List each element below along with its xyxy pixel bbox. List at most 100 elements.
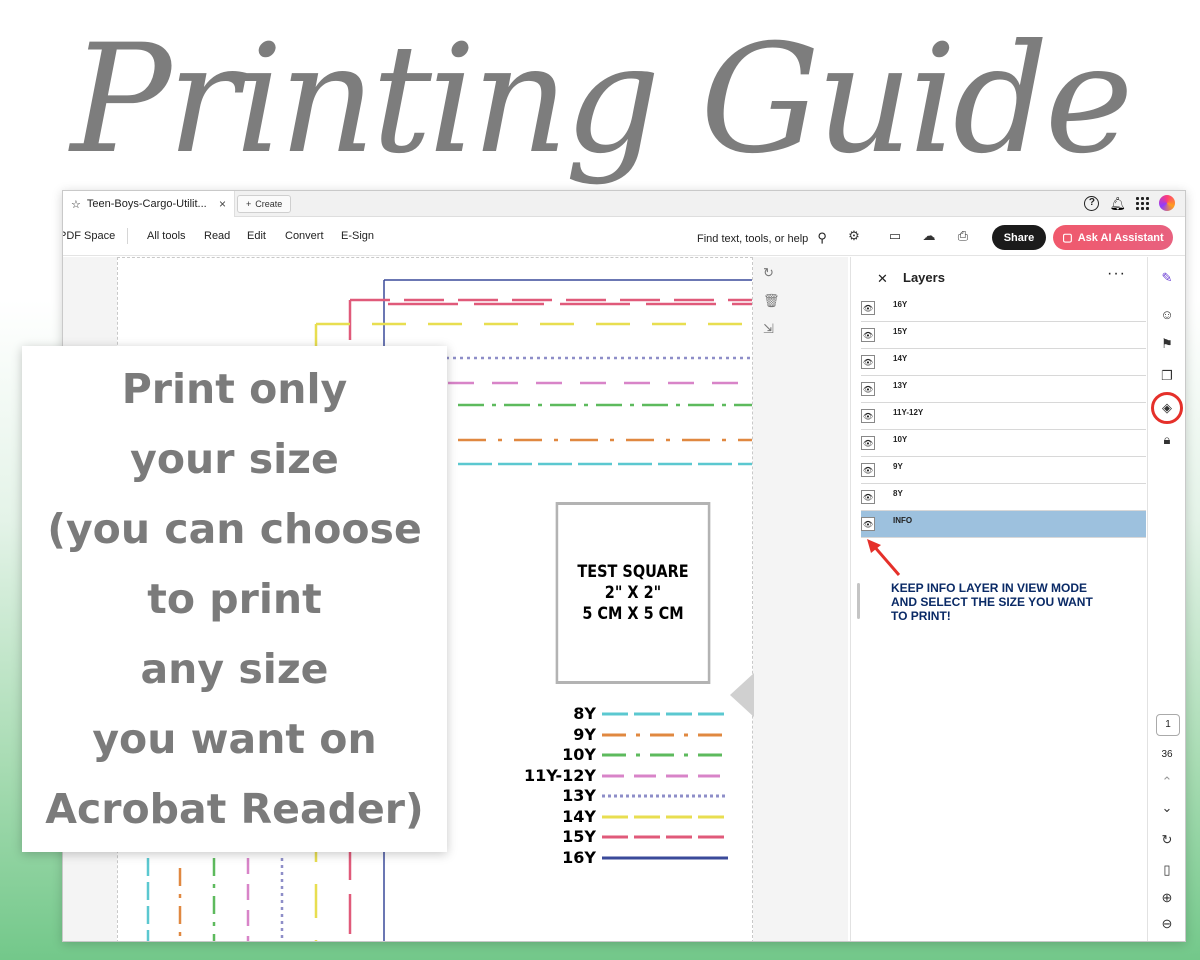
create-button[interactable]: + Create	[237, 195, 292, 213]
layer-row[interactable]: 👁︎ INFO	[861, 511, 1146, 538]
legend-size-label: 15Y	[562, 827, 596, 846]
layer-name: 16Y	[893, 300, 908, 309]
more-options-icon[interactable]: ···	[1107, 265, 1126, 283]
eye-visibility-icon[interactable]: 👁︎	[861, 463, 875, 477]
save-icon[interactable]: ▭	[886, 227, 904, 245]
close-tab-icon[interactable]: ×	[219, 197, 226, 211]
ai-tools-icon[interactable]: ⚙	[845, 227, 863, 245]
test-square: TEST SQUARE 2" X 2" 5 CM X 5 CM	[555, 502, 711, 684]
close-panel-icon[interactable]: ✕	[877, 271, 888, 287]
layer-name: 8Y	[893, 489, 903, 498]
layer-name: 13Y	[893, 381, 908, 390]
layer-row[interactable]: 👁︎ 13Y	[861, 376, 1146, 403]
layer-name: 10Y	[893, 435, 908, 444]
layer-row[interactable]: 👁︎ 15Y	[861, 322, 1146, 349]
eye-visibility-icon[interactable]: 👁︎	[861, 355, 875, 369]
legend-row: 15Y	[518, 827, 728, 847]
document-tab-title: Teen-Boys-Cargo-Utilit...	[86, 198, 207, 210]
legend-row: 13Y	[518, 786, 728, 806]
menu-esign[interactable]: E-Sign	[341, 230, 374, 242]
legend-size-label: 16Y	[562, 847, 596, 867]
layer-row[interactable]: 👁︎ 16Y	[861, 295, 1146, 322]
info-note-line-1: KEEP INFO LAYER IN VIEW MODE	[891, 581, 1088, 595]
legend-size-label: 13Y	[562, 786, 596, 805]
legend-size-label: 10Y	[562, 745, 596, 764]
instruction-line-7: Acrobat Reader)	[45, 785, 424, 833]
menu-all-tools[interactable]: All tools	[147, 230, 186, 242]
apps-grid-icon[interactable]	[1136, 196, 1149, 210]
zoom-in-icon[interactable]: ⊕	[1158, 889, 1176, 907]
extract-page-icon[interactable]: ⇲	[763, 321, 780, 337]
info-layer-note: KEEP INFO LAYER IN VIEW MODE AND SELECT …	[891, 581, 1131, 623]
document-tab[interactable]: ☆ Teen-Boys-Cargo-Utilit... ×	[63, 191, 235, 217]
refresh-icon[interactable]: ↻	[1158, 831, 1176, 849]
eye-visibility-icon[interactable]: 👁︎	[861, 328, 875, 342]
plus-icon: +	[246, 199, 252, 209]
legend-line-swatch	[602, 753, 728, 757]
eye-visibility-icon[interactable]: 👁︎	[861, 517, 875, 531]
comment-icon[interactable]: ☺	[1158, 305, 1176, 323]
find-search-text: Find text, tools, or help	[697, 233, 809, 245]
red-arrow-icon	[867, 539, 901, 576]
legend-line-swatch	[602, 712, 728, 716]
eye-visibility-icon[interactable]: 👁︎	[861, 409, 875, 423]
layer-name: INFO	[893, 516, 913, 525]
lock-icon[interactable]: 🔒︎	[1158, 431, 1176, 449]
toolbar-divider	[127, 228, 128, 244]
print-icon[interactable]: ⎙	[954, 227, 972, 245]
legend-row: 11Y-12Y	[518, 766, 728, 786]
bookmark-icon[interactable]: ⚑	[1158, 335, 1176, 353]
layer-row[interactable]: 👁︎ 9Y	[861, 457, 1146, 484]
collapse-arrow-icon[interactable]	[730, 673, 754, 717]
legend-row: 10Y	[518, 745, 728, 765]
rotate-icon[interactable]: ↻	[763, 265, 780, 281]
chevron-down-icon[interactable]: ⌄	[1158, 799, 1176, 817]
eye-visibility-icon[interactable]: 👁︎	[861, 436, 875, 450]
page-tools: ↻ 🗑︎ ⇲	[763, 265, 780, 337]
layers-icon[interactable]: ◈	[1158, 399, 1176, 417]
pages-icon[interactable]: ❐	[1158, 367, 1176, 385]
chevron-up-icon[interactable]: ⌃	[1158, 773, 1176, 791]
upload-cloud-icon[interactable]: ☁	[920, 227, 938, 245]
legend-line-swatch	[602, 835, 728, 839]
instruction-line-6: you want on	[92, 715, 377, 763]
print-instructions-card: Print only your size (you can choose to …	[22, 346, 447, 852]
info-note-line-3: TO PRINT!	[891, 609, 951, 623]
menu-convert[interactable]: Convert	[285, 230, 324, 242]
instruction-line-5: any size	[140, 645, 329, 693]
legend-row: 14Y	[518, 807, 728, 827]
ask-ai-assistant-button[interactable]: ▢ Ask AI Assistant	[1053, 225, 1173, 250]
share-button[interactable]: Share	[992, 225, 1046, 250]
test-square-cm: 5 CM X 5 CM	[582, 603, 684, 624]
panel-resize-handle[interactable]	[857, 583, 860, 619]
menu-edit[interactable]: Edit	[247, 230, 266, 242]
eye-visibility-icon[interactable]: 👁︎	[861, 490, 875, 504]
search-icon[interactable]: ⚲	[817, 230, 827, 245]
profile-avatar-icon[interactable]	[1159, 195, 1175, 211]
zoom-out-icon[interactable]: ⊖	[1158, 915, 1176, 933]
pdf-space-link[interactable]: PDF Space	[63, 230, 115, 242]
legend-row: 8Y	[518, 704, 728, 724]
layers-panel: ✕ Layers ··· 👁︎ 16Y 👁︎ 15Y 👁︎ 14Y 👁︎ 13Y 👁︎ 11Y-1…	[850, 257, 1146, 941]
bell-icon[interactable]: 🔔︎	[1109, 197, 1126, 210]
layer-row[interactable]: 👁︎ 14Y	[861, 349, 1146, 376]
eye-visibility-icon[interactable]: 👁︎	[861, 382, 875, 396]
star-icon[interactable]: ☆	[71, 198, 81, 211]
right-rail: ✎ ☺ ⚑ ❐ ◈ 🔒︎ 1 36 ⌃ ⌄ ↻ ▯ ⊕ ⊖	[1147, 257, 1185, 941]
find-search-field[interactable]: Find text, tools, or help ⚲	[697, 230, 827, 246]
layer-row[interactable]: 👁︎ 8Y	[861, 484, 1146, 511]
menu-read[interactable]: Read	[204, 230, 230, 242]
layer-name: 15Y	[893, 327, 908, 336]
ai-summary-icon[interactable]: ✎	[1158, 269, 1176, 287]
fit-page-icon[interactable]: ▯	[1158, 861, 1176, 879]
eye-visibility-icon[interactable]: 👁︎	[861, 301, 875, 315]
test-square-inches: 2" X 2"	[604, 582, 662, 603]
page-number-input[interactable]: 1	[1156, 714, 1180, 736]
legend-line-swatch	[602, 733, 728, 736]
trash-icon[interactable]: 🗑︎	[763, 293, 780, 309]
layer-row[interactable]: 👁︎ 10Y	[861, 430, 1146, 457]
layer-row[interactable]: 👁︎ 11Y-12Y	[861, 403, 1146, 430]
legend-row: 16Y	[518, 848, 728, 868]
info-note-line-2: AND SELECT THE SIZE YOU WANT	[891, 595, 1093, 609]
help-icon[interactable]: ?	[1084, 195, 1100, 211]
